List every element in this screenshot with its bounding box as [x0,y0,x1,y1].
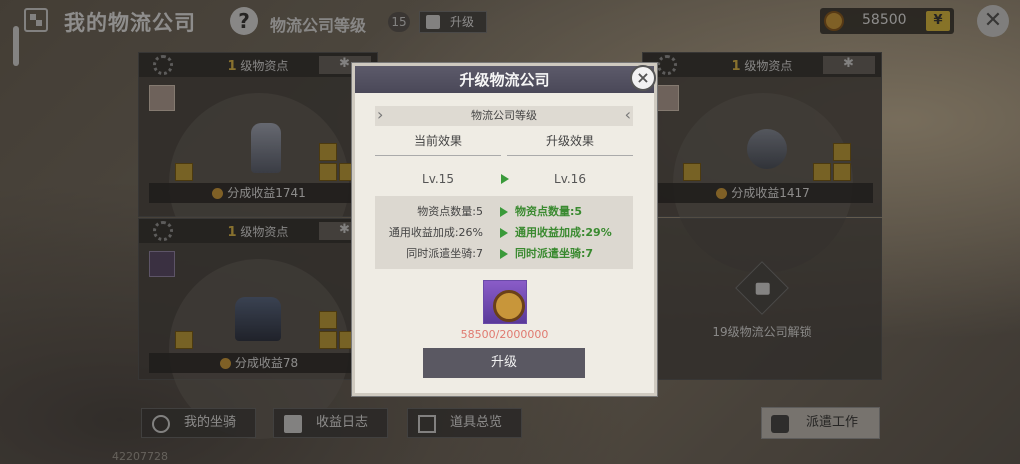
dialog-header: 升级物流公司 [355,66,654,93]
confirm-upgrade-button[interactable]: 升级 [423,348,585,378]
treasure-chest-icon[interactable] [483,280,527,324]
section-title: 物流公司等级 [375,105,633,126]
current-level: Lv.15 [422,172,454,186]
stat-next: 通用收益加成:29% [515,226,612,239]
dialog-title: 升级物流公司 [459,71,550,89]
arrow-right-icon [500,228,508,238]
upgrade-company-dialog: 升级物流公司 × 物流公司等级 当前效果 升级效果 Lv.15 Lv.16 物资… [352,63,657,396]
upgrade-cost: 58500/2000000 [460,328,549,341]
stats-comparison: 物资点数量:5 物资点数量:5 通用收益加成:26% 通用收益加成:29% 同时… [375,196,633,269]
arrow-right-icon [500,207,508,217]
stat-next: 同时派遣坐骑:7 [515,247,594,260]
next-level: Lv.16 [554,172,586,186]
arrow-right-icon [500,249,508,259]
current-effect-header: 当前效果 [375,132,501,156]
stat-current: 通用收益加成:26% [388,226,483,239]
dialog-close-button[interactable]: × [630,65,656,91]
upgrade-effect-header: 升级效果 [507,132,633,156]
stat-next: 物资点数量:5 [515,205,583,218]
stat-current: 同时派遣坐骑:7 [406,247,483,260]
stat-current: 物资点数量:5 [417,205,483,218]
